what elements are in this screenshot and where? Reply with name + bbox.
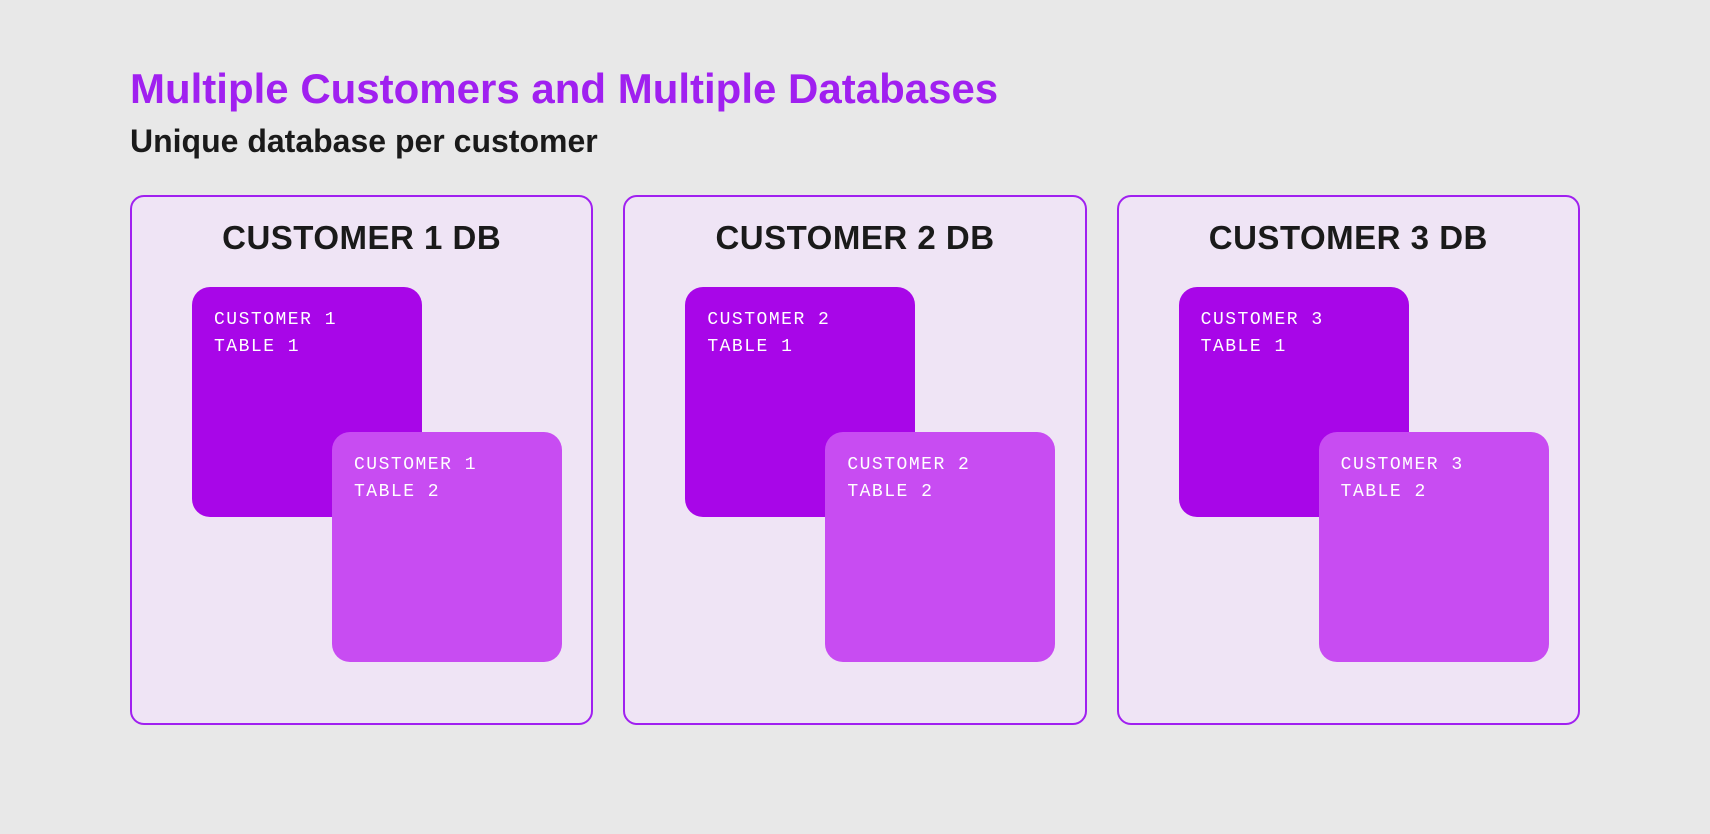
table-label-line: TABLE 1 xyxy=(1201,334,1387,361)
db-box-title: CUSTOMER 2 DB xyxy=(645,219,1064,257)
table-label-line: TABLE 2 xyxy=(847,479,1033,506)
diagram-title: Multiple Customers and Multiple Database… xyxy=(130,65,1580,113)
tables-wrap: CUSTOMER 1 TABLE 1 CUSTOMER 1 TABLE 2 xyxy=(152,287,571,667)
customer-db-box: CUSTOMER 2 DB CUSTOMER 2 TABLE 1 CUSTOME… xyxy=(623,195,1086,725)
table-label-line: TABLE 1 xyxy=(707,334,893,361)
table-card-2: CUSTOMER 1 TABLE 2 xyxy=(332,432,562,662)
table-label-line: CUSTOMER 3 xyxy=(1341,452,1527,479)
table-label-line: CUSTOMER 1 xyxy=(354,452,540,479)
customer-db-box: CUSTOMER 3 DB CUSTOMER 3 TABLE 1 CUSTOME… xyxy=(1117,195,1580,725)
tables-wrap: CUSTOMER 2 TABLE 1 CUSTOMER 2 TABLE 2 xyxy=(645,287,1064,667)
table-label-line: TABLE 1 xyxy=(214,334,400,361)
table-label-line: CUSTOMER 2 xyxy=(847,452,1033,479)
table-card-2: CUSTOMER 2 TABLE 2 xyxy=(825,432,1055,662)
db-box-title: CUSTOMER 3 DB xyxy=(1139,219,1558,257)
tables-wrap: CUSTOMER 3 TABLE 1 CUSTOMER 3 TABLE 2 xyxy=(1139,287,1558,667)
table-label-line: TABLE 2 xyxy=(354,479,540,506)
table-label-line: CUSTOMER 2 xyxy=(707,307,893,334)
table-label-line: CUSTOMER 1 xyxy=(214,307,400,334)
diagram-subtitle: Unique database per customer xyxy=(130,123,1580,160)
table-label-line: TABLE 2 xyxy=(1341,479,1527,506)
table-label-line: CUSTOMER 3 xyxy=(1201,307,1387,334)
table-card-2: CUSTOMER 3 TABLE 2 xyxy=(1319,432,1549,662)
customer-db-box: CUSTOMER 1 DB CUSTOMER 1 TABLE 1 CUSTOME… xyxy=(130,195,593,725)
database-row: CUSTOMER 1 DB CUSTOMER 1 TABLE 1 CUSTOME… xyxy=(130,195,1580,725)
db-box-title: CUSTOMER 1 DB xyxy=(152,219,571,257)
